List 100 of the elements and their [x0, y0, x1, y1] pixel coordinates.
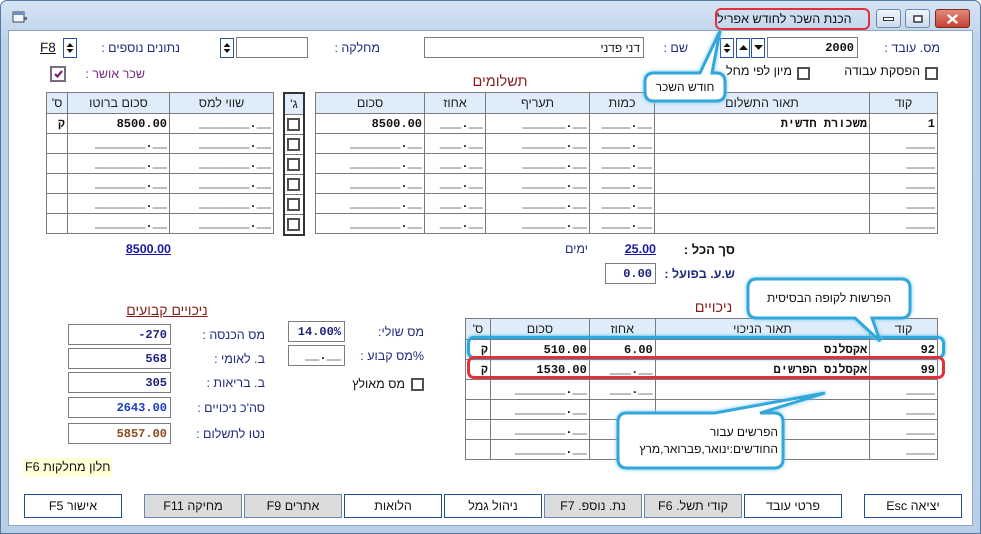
table-cell: ___.__ — [424, 114, 486, 134]
function-button[interactable]: פרטי עובד — [744, 494, 842, 518]
table-cell: _______.__ — [490, 400, 590, 420]
amount-field[interactable]: 568 — [68, 348, 171, 369]
table-cell: ___.__ — [424, 214, 486, 234]
field-label: ב. לאומי : — [213, 352, 265, 366]
amount-field[interactable]: 5857.00 — [68, 423, 171, 444]
table-cell: ___.__ — [424, 194, 486, 214]
field-label: שכר אושר : — [84, 67, 145, 81]
field-label: ש.ע. בפועל : — [663, 266, 735, 280]
marginal-tax-field[interactable]: 14.00% — [288, 321, 345, 342]
callout-text: הפרשים עבור החודשים:ינואר,פברואר,מרץ — [638, 424, 778, 458]
fixed-tax-field[interactable]: __.__ — [288, 345, 345, 366]
table-cell: _______.__ — [490, 440, 590, 460]
function-button[interactable]: הלואות — [344, 494, 442, 518]
table-cell: ____.__ — [590, 174, 654, 194]
table-cell: ______.__ — [486, 194, 590, 214]
column-header: קוד — [870, 92, 938, 114]
table-cell: _______.__ — [316, 174, 424, 194]
table-cell: _______.__ — [68, 154, 170, 174]
table-cell: 8500.00 — [316, 114, 424, 134]
table-cell: _______.__ — [490, 380, 590, 400]
function-button[interactable]: אתרים F9 — [244, 494, 342, 518]
table-cell: אקסלנס — [655, 340, 870, 360]
section-title: תשלומים — [471, 74, 529, 90]
shortcut-key[interactable]: F8 — [40, 40, 61, 55]
function-button[interactable]: נת. נוספ. F7 — [544, 494, 642, 518]
table-cell: ___.__ — [424, 154, 486, 174]
table-cell: 1 — [870, 114, 938, 134]
table-cell: _______.__ — [316, 154, 424, 174]
table-cell: אקסלנס הפרשים — [655, 360, 870, 380]
function-button[interactable]: קודי תשל. F6 — [644, 494, 742, 518]
hint-text: F6 חלון מחלקות — [23, 458, 112, 477]
table-cell: ____ — [870, 420, 938, 440]
window-title: הכנת השכר לחודש אפריל — [715, 8, 870, 30]
table-cell: _______.__ — [68, 194, 170, 214]
total-label: סך הכל : — [682, 242, 735, 256]
actual-hours-field[interactable]: 0.00 — [605, 263, 656, 284]
table-cell: ____ — [870, 154, 938, 174]
field-label: ב. בריאות : — [205, 376, 265, 390]
column-header: אחוז — [424, 92, 486, 114]
field-label: סה'כ ניכויים : — [196, 400, 265, 414]
callout-text: חודש השכר — [656, 78, 714, 96]
table-cell: ____ — [870, 380, 938, 400]
table-cell: _______.__ — [68, 174, 170, 194]
table-cell: _______.__ — [170, 114, 274, 134]
amount-field[interactable]: 2643.00 — [68, 397, 171, 418]
table-cell: 1530.00 — [490, 360, 590, 380]
table-cell: ______.__ — [486, 154, 590, 174]
table-cell: _______.__ — [170, 214, 274, 234]
table-cell: _______.__ — [170, 194, 274, 214]
table-cell: ___.__ — [589, 380, 656, 400]
field-label: מחלקה : — [333, 40, 380, 54]
name-field[interactable]: דני פדני — [424, 37, 644, 58]
amount-field[interactable]: -270 — [68, 324, 171, 345]
table-cell: _______.__ — [170, 134, 274, 154]
table-cell: ____ — [870, 400, 938, 420]
table-cell: ______.__ — [486, 134, 590, 154]
table-cell: ___.__ — [424, 174, 486, 194]
table-cell: _______.__ — [68, 134, 170, 154]
table-cell: ____.__ — [590, 214, 654, 234]
table-cell: _______.__ — [490, 420, 590, 440]
table-cell: ____ — [870, 214, 938, 234]
column-header: תעריף — [486, 92, 590, 114]
column-header: שווי למס — [170, 92, 274, 114]
table-cell: _______.__ — [316, 194, 424, 214]
section-title: ניכויים קבועים — [125, 302, 209, 318]
table-cell: ק — [46, 114, 68, 134]
column-header: ג' — [284, 93, 304, 114]
callout-text: הפרשות לקופה הבסיסית — [766, 290, 892, 307]
table-cell: _______.__ — [170, 174, 274, 194]
field-label: נטו לתשלום : — [195, 426, 265, 440]
function-button[interactable]: ניהול גמל — [444, 494, 542, 518]
field-label: %מס קבוע : — [359, 348, 424, 362]
table-cell: 8500.00 — [68, 114, 170, 134]
function-button[interactable]: אישור F5 — [24, 494, 122, 518]
table-cell: ___.__ — [424, 134, 486, 154]
table-cell: _______.__ — [170, 154, 274, 174]
table-cell: ____ — [870, 194, 938, 214]
table-cell: ק — [466, 360, 490, 380]
gross-total: 8500.00 — [124, 242, 171, 256]
column-header: ס' — [46, 92, 68, 114]
table-cell: _______.__ — [316, 214, 424, 234]
amount-field[interactable]: 305 — [68, 372, 171, 393]
table-cell: _______.__ — [68, 214, 170, 234]
table-cell: ___.__ — [589, 360, 656, 380]
function-button[interactable]: יציאה Esc — [864, 494, 962, 518]
table-cell: ____.__ — [590, 194, 654, 214]
field-label: ימים — [564, 242, 588, 256]
employee-number-field[interactable]: 2000 — [767, 37, 858, 58]
table-cell: 99 — [870, 360, 938, 380]
table-cell: ____ — [870, 134, 938, 154]
section-title: ניכויים — [694, 300, 734, 318]
table-cell: ______.__ — [486, 214, 590, 234]
field-label: מס הכנסה : — [201, 328, 265, 342]
function-button[interactable]: מחיקה F11 — [144, 494, 242, 518]
table-cell: _______.__ — [316, 134, 424, 154]
table-cell: ____.__ — [590, 154, 654, 174]
table-cell: ____ — [870, 440, 938, 460]
column-header: סכום — [316, 92, 424, 114]
